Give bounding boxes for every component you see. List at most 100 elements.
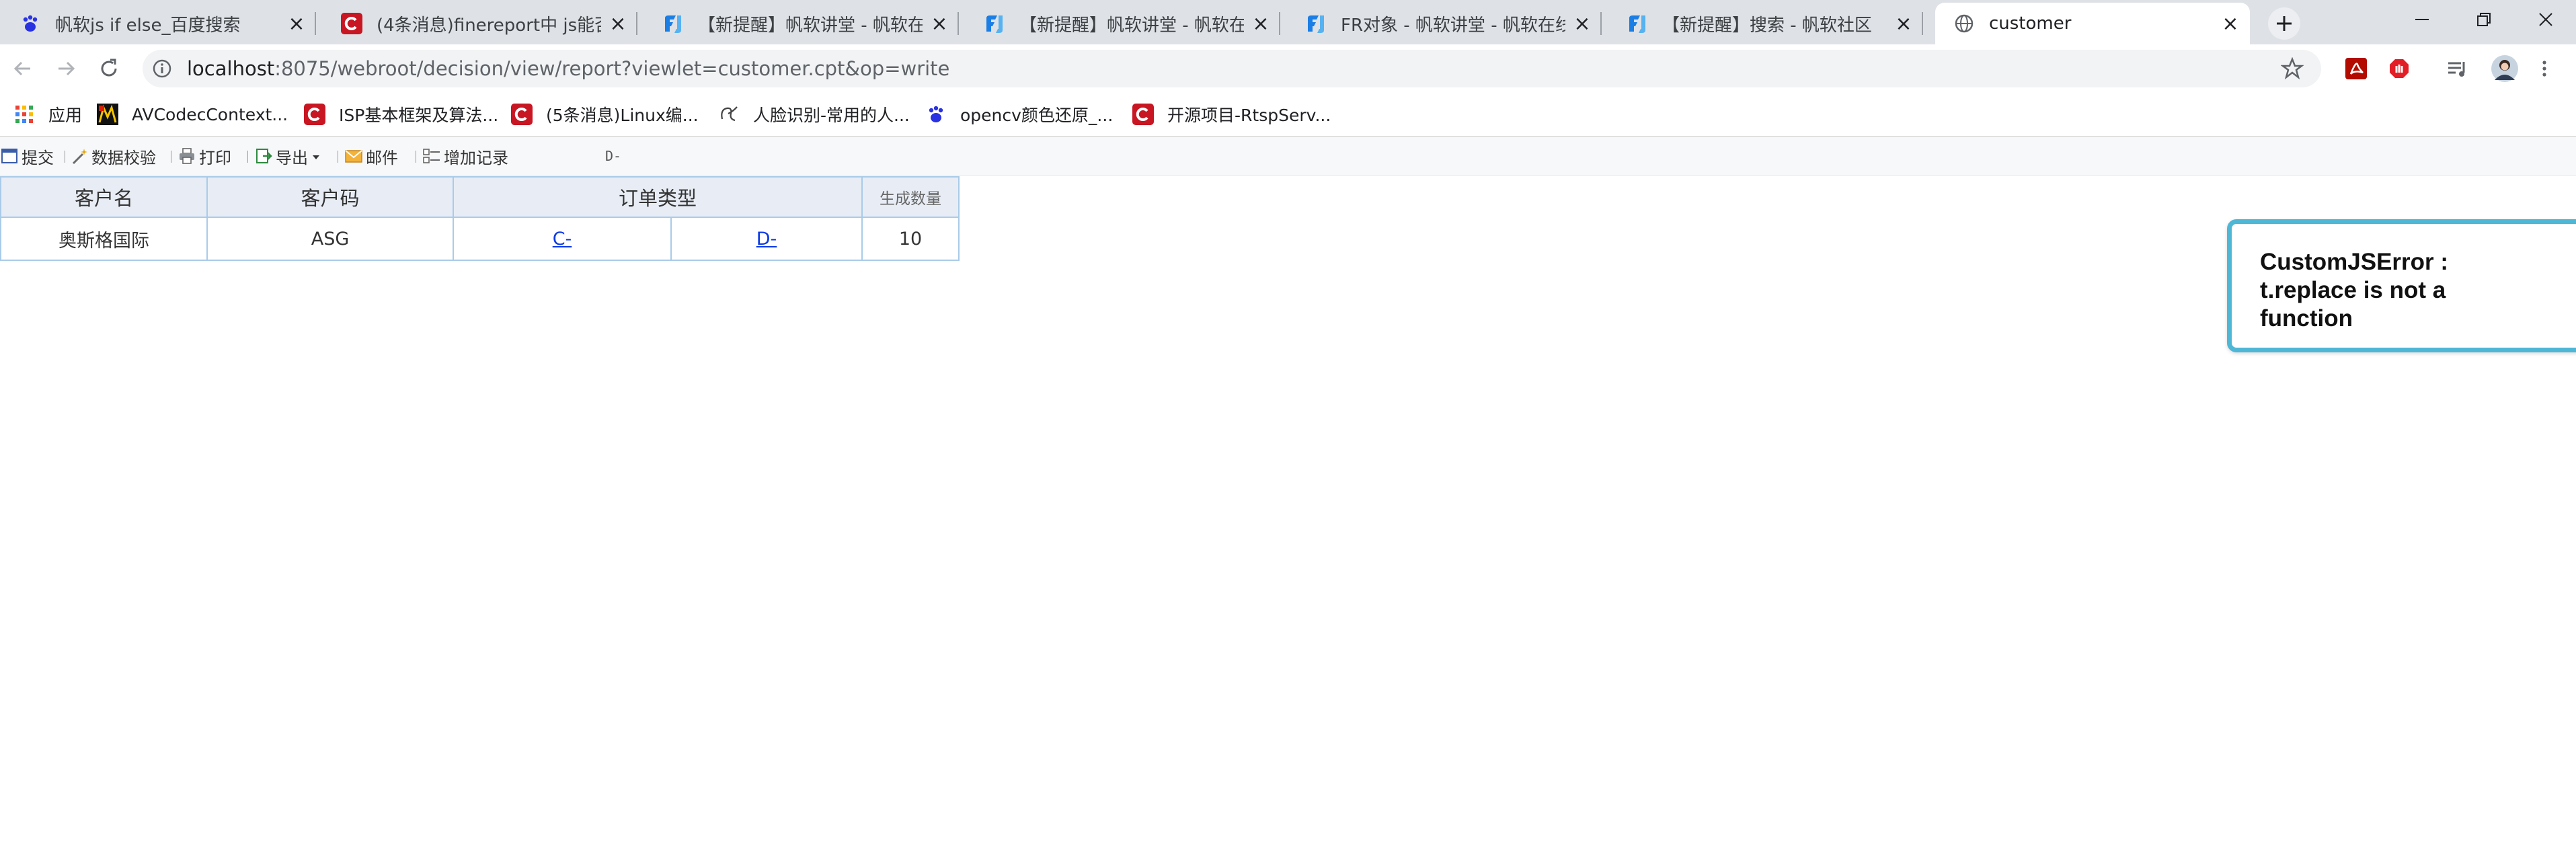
header-customer-code: 客户码 <box>206 176 454 218</box>
tab-csdn-finereport[interactable]: (4条消息)finereport中 js能否可以 × <box>323 3 637 44</box>
address-bar[interactable]: localhost:8075/webroot/decision/view/rep… <box>143 50 2321 87</box>
media-queue-icon[interactable] <box>2445 56 2469 81</box>
toolbar-status-text: D- <box>605 148 622 164</box>
tab-title: customer <box>1989 13 2072 34</box>
minimize-icon <box>2415 19 2429 20</box>
mail-icon <box>344 147 363 165</box>
baidu-paw-icon <box>19 12 42 35</box>
bookmark-label: (5条消息)Linux编... <box>546 106 699 125</box>
back-button[interactable] <box>8 54 38 83</box>
tab-baidu-search[interactable]: 帆软js if else_百度搜索 × <box>1 3 316 44</box>
globe-icon <box>1953 12 1976 35</box>
pdf-extension-icon[interactable] <box>2344 56 2368 81</box>
tab-title: 【新提醒】搜索 - 帆软社区 <box>1662 15 1872 36</box>
fanruan-icon <box>1626 12 1649 35</box>
bookmark-isp[interactable]: ISP基本框架及算法... <box>304 93 498 136</box>
tab-title: 【新提醒】帆软讲堂 - 帆软在线视 <box>1019 15 1244 36</box>
cell-customer-code[interactable]: ASG <box>206 217 454 261</box>
reload-button[interactable] <box>94 54 124 83</box>
tab-fr-object[interactable]: FR对象 - 帆软讲堂 - 帆软在线视频 × <box>1287 3 1602 44</box>
submit-button[interactable]: 提交 <box>0 137 54 175</box>
chevron-down-icon <box>312 147 320 165</box>
close-icon[interactable]: × <box>2220 12 2240 36</box>
forward-button[interactable] <box>51 54 81 83</box>
error-message: CustomJSError : t.replace is not a funct… <box>2260 249 2449 332</box>
error-toast[interactable]: CustomJSError : t.replace is not a funct… <box>2227 219 2576 352</box>
close-icon[interactable]: × <box>286 12 307 36</box>
bookmark-avcodec[interactable]: AVCodecContext... <box>97 93 288 136</box>
print-button[interactable]: 打印 <box>178 137 231 175</box>
header-customer-name: 客户名 <box>0 176 208 218</box>
restore-button[interactable] <box>2453 0 2515 39</box>
url-host: localhost <box>187 57 275 80</box>
apps-grid-icon <box>13 104 35 125</box>
export-icon <box>254 147 273 165</box>
close-icon[interactable]: × <box>929 12 949 36</box>
report-toolbar: 提交 数据校验 打印 导出 邮件 增加记录 D- <box>0 137 2576 176</box>
printer-icon <box>178 147 196 165</box>
tab-title: 【新提醒】帆软讲堂 - 帆软在线视 <box>698 15 923 36</box>
order-type-d-link[interactable]: D- <box>756 229 777 249</box>
bookmark-label: ISP基本框架及算法... <box>339 106 499 125</box>
bookmark-rtspserver[interactable]: 开源项目-RtspServ... <box>1132 93 1331 136</box>
bookmark-label: 人脸识别-常用的人... <box>753 106 910 125</box>
bookmark-linux[interactable]: (5条消息)Linux编... <box>511 93 699 136</box>
validate-button[interactable]: 数据校验 <box>70 137 156 175</box>
tab-fanruan-lecture-2[interactable]: 【新提醒】帆软讲堂 - 帆软在线视 × <box>966 3 1280 44</box>
validate-label: 数据校验 <box>91 148 156 167</box>
url-path: :8075/webroot/decision/view/report?viewl… <box>274 57 950 80</box>
minimize-button[interactable] <box>2391 0 2453 39</box>
tab-fanruan-lecture-1[interactable]: 【新提醒】帆软讲堂 - 帆软在线视 × <box>644 3 959 44</box>
adblock-extension-icon[interactable] <box>2387 56 2411 81</box>
cell-order-type-c[interactable]: C- <box>453 217 672 261</box>
close-icon[interactable]: × <box>1894 12 1914 36</box>
menu-kebab-icon[interactable] <box>2532 56 2557 81</box>
plus-icon <box>2277 16 2292 31</box>
bookmark-label: 应用 <box>48 106 83 125</box>
bookmark-face-recognition[interactable]: 人脸识别-常用的人... <box>718 93 910 136</box>
restore-icon <box>2477 13 2491 26</box>
cell-gen-count[interactable]: 10 <box>861 217 960 261</box>
tab-customer[interactable]: customer × <box>1935 3 2250 44</box>
info-icon[interactable] <box>152 59 172 79</box>
close-window-button[interactable] <box>2515 0 2576 39</box>
close-icon[interactable]: × <box>1572 12 1592 36</box>
new-tab-button[interactable] <box>2268 7 2300 40</box>
submit-label: 提交 <box>22 148 54 167</box>
add-record-label: 增加记录 <box>444 148 508 167</box>
bookmark-opencv[interactable]: opencv颜色还原_... <box>925 93 1113 136</box>
magic-wand-icon <box>70 147 89 165</box>
fanruan-icon <box>662 12 685 35</box>
close-icon[interactable]: × <box>608 12 628 36</box>
mail-button[interactable]: 邮件 <box>344 137 398 175</box>
csdn-icon <box>340 12 363 35</box>
reload-icon <box>101 59 117 77</box>
forward-arrow-icon <box>58 61 75 76</box>
cell-order-type-d[interactable]: D- <box>670 217 863 261</box>
bookmark-apps[interactable]: 应用 <box>13 93 82 136</box>
baidu-paw-icon <box>925 104 947 125</box>
bookmark-star-icon[interactable] <box>2281 57 2304 80</box>
print-label: 打印 <box>199 148 231 167</box>
add-record-button[interactable]: 增加记录 <box>422 137 508 175</box>
close-icon[interactable]: × <box>1251 12 1271 36</box>
tab-title: 帆软js if else_百度搜索 <box>55 15 241 36</box>
order-type-c-link[interactable]: C- <box>553 229 572 249</box>
bookmark-label: 开源项目-RtspServ... <box>1167 106 1331 125</box>
add-record-icon <box>422 147 441 165</box>
close-icon <box>2539 13 2552 26</box>
bookmark-icon <box>97 104 118 125</box>
csdn-icon <box>511 104 533 125</box>
export-button[interactable]: 导出 <box>254 137 320 175</box>
cell-customer-name[interactable]: 奥斯格国际 <box>0 217 208 261</box>
table-header-row: 客户名 客户码 订单类型 生成数量 <box>0 176 960 218</box>
header-order-type: 订单类型 <box>453 176 863 218</box>
url-text[interactable]: localhost:8075/webroot/decision/view/rep… <box>187 50 949 87</box>
tab-fanruan-search[interactable]: 【新提醒】搜索 - 帆软社区 × <box>1608 3 1923 44</box>
bookmark-label: opencv颜色还原_... <box>960 106 1114 125</box>
report-table: 客户名 客户码 订单类型 生成数量 奥斯格国际 ASG C- D- 10 <box>0 176 960 261</box>
mail-label: 邮件 <box>366 148 398 167</box>
browser-toolbar: localhost:8075/webroot/decision/view/rep… <box>0 44 2576 93</box>
avatar[interactable] <box>2491 54 2519 83</box>
header-gen-count: 生成数量 <box>861 176 960 218</box>
